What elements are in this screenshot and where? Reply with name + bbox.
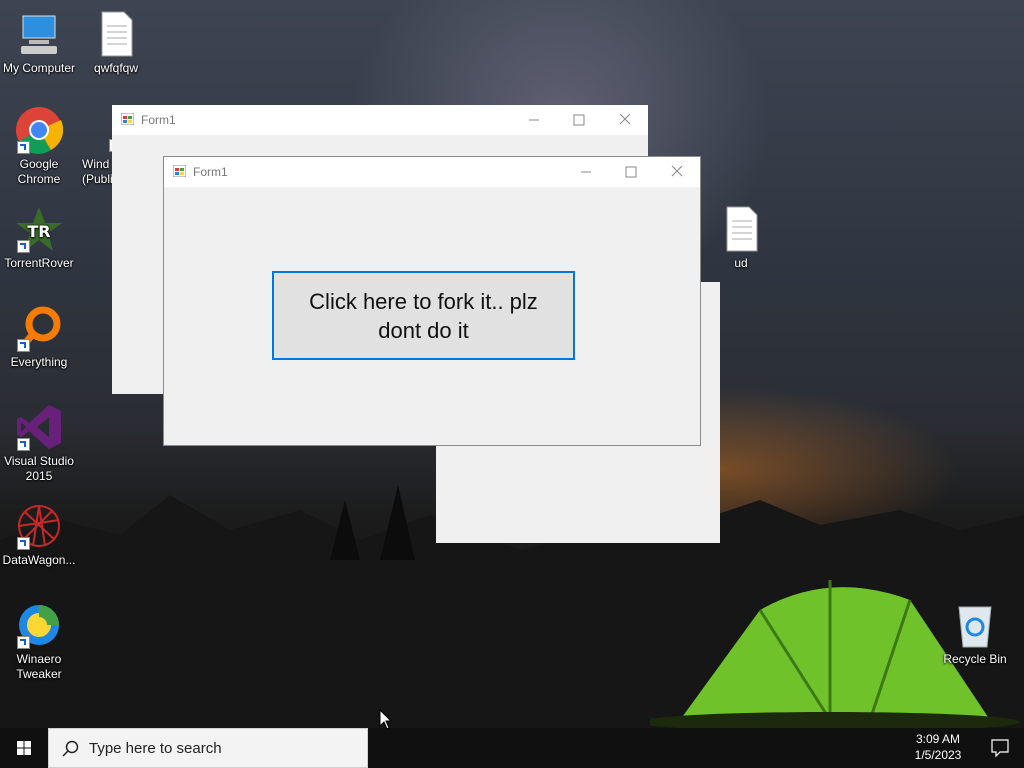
desktop-icon-label: ud <box>734 256 748 270</box>
window-title: Form1 <box>193 165 228 179</box>
shortcut-arrow-icon <box>17 339 30 352</box>
fork-button[interactable]: Click here to fork it.. plz dont do it <box>272 271 575 360</box>
title-bar[interactable]: Form1 <box>112 105 648 135</box>
desktop-icon-label: TorrentRover <box>4 256 74 270</box>
form-app-icon <box>121 113 134 125</box>
desktop-icon-label: Recycle Bin <box>943 652 1007 666</box>
desktop-icon-label: DataWagon... <box>2 553 76 567</box>
desktop-icon-datawagon[interactable]: DataWagon... <box>1 502 77 568</box>
notification-center-icon[interactable] <box>980 728 1024 768</box>
desktop-icon-my-computer[interactable]: My Computer <box>1 10 77 76</box>
chrome-icon <box>15 106 64 154</box>
maximize-icon[interactable] <box>556 105 602 135</box>
desktop-icon-torrentrover[interactable]: TR TorrentRover <box>1 205 77 271</box>
form1-window-front[interactable]: Form1 Click here to fork it.. plz dont d… <box>163 156 701 446</box>
desktop-icon-ud[interactable]: ud <box>703 205 779 271</box>
desktop-icon-label: Visual Studio 2015 <box>4 454 74 483</box>
shortcut-arrow-icon <box>17 438 30 451</box>
desktop-icon-winaero-tweaker[interactable]: Winaero Tweaker <box>1 601 77 682</box>
everything-search-icon <box>15 304 63 352</box>
desktop-icon-everything[interactable]: Everything <box>1 304 77 370</box>
desktop-icon-label: Winaero Tweaker <box>16 652 62 681</box>
taskbar: Type here to search 3:09 AM 1/5/2023 <box>0 728 1024 768</box>
desktop-icon-google-chrome[interactable]: Google Chrome <box>1 106 77 187</box>
desktop-icon-qwfqfqw[interactable]: qwfqfqw <box>78 10 154 76</box>
desktop-icon-recycle-bin[interactable]: Recycle Bin <box>937 601 1013 667</box>
desktop-icon-label: Google Chrome <box>17 157 61 186</box>
form-app-icon <box>173 165 186 177</box>
text-file-icon <box>717 205 765 253</box>
title-bar[interactable]: Form1 <box>164 157 700 187</box>
close-icon[interactable] <box>654 157 700 187</box>
desktop-icon-label: My Computer <box>2 61 76 75</box>
shortcut-arrow-icon <box>17 240 30 253</box>
window-title: Form1 <box>141 113 176 127</box>
winaero-tweaker-icon <box>15 601 63 649</box>
mouse-cursor-icon <box>379 709 393 730</box>
start-button[interactable] <box>0 728 48 768</box>
maximize-icon[interactable] <box>608 157 654 187</box>
visual-studio-icon <box>15 403 63 451</box>
desktop-icon-label: qwfqfqw <box>93 61 139 75</box>
desktop-icon-label: Everything <box>10 355 68 369</box>
text-file-icon <box>92 10 140 58</box>
minimize-icon[interactable] <box>563 157 609 187</box>
desktop-icon-visual-studio[interactable]: Visual Studio 2015 <box>1 403 77 484</box>
clock-time: 3:09 AM <box>915 732 961 746</box>
torrentrover-icon: TR <box>15 205 63 253</box>
clock-date: 1/5/2023 <box>914 748 962 762</box>
datawagon-icon <box>15 502 63 550</box>
shortcut-arrow-icon <box>17 636 30 649</box>
computer-icon <box>15 10 63 58</box>
search-placeholder: Type here to search <box>89 740 222 757</box>
taskbar-search-box[interactable]: Type here to search <box>48 728 368 768</box>
shortcut-arrow-icon <box>17 141 30 154</box>
minimize-icon[interactable] <box>511 105 557 135</box>
search-icon <box>62 740 79 757</box>
svg-text:TR: TR <box>27 222 50 241</box>
shortcut-arrow-icon <box>17 537 30 550</box>
close-icon[interactable] <box>602 105 648 135</box>
taskbar-clock[interactable]: 3:09 AM 1/5/2023 <box>896 731 980 763</box>
recycle-bin-icon <box>951 601 999 649</box>
